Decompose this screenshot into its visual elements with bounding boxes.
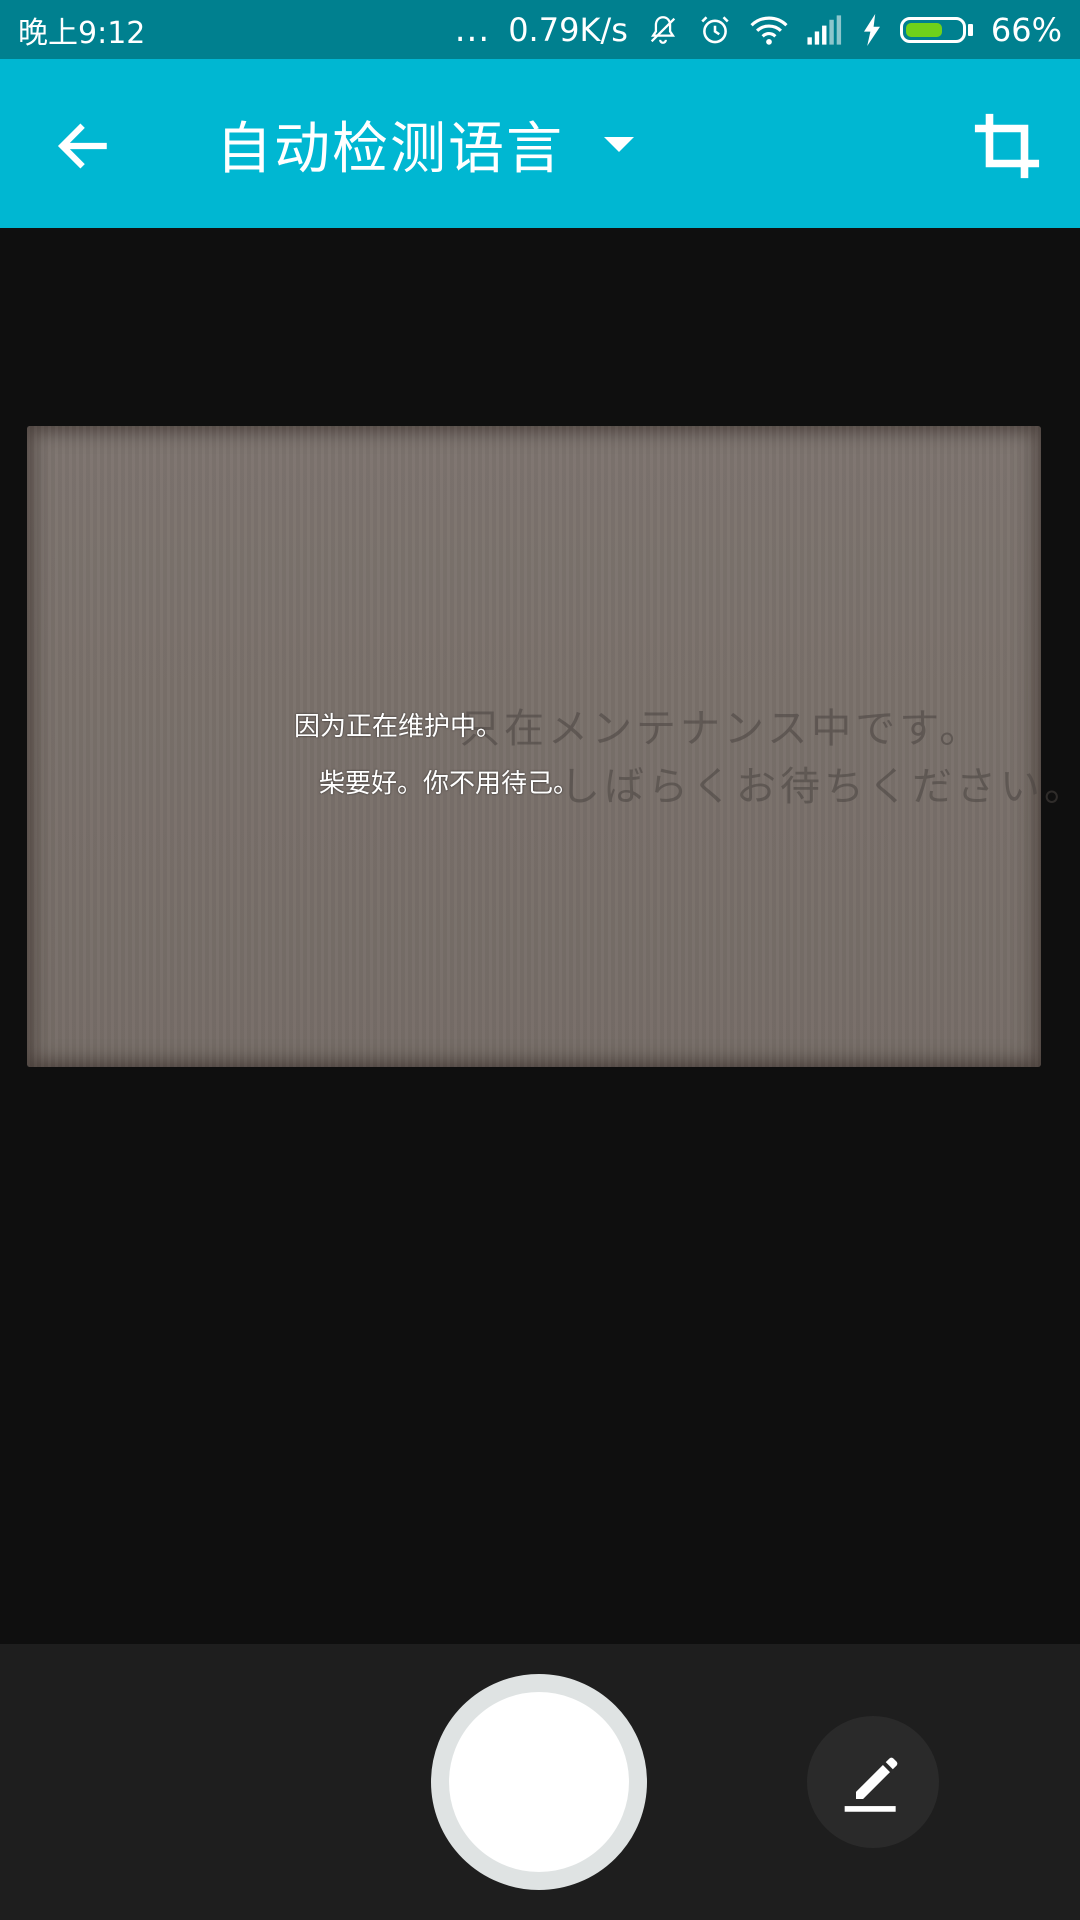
crop-icon — [974, 113, 1040, 179]
alarm-icon — [701, 15, 729, 43]
signal-icon — [807, 14, 841, 45]
edit-button[interactable] — [807, 1716, 939, 1848]
language-selector[interactable]: 自动检测语言 — [216, 109, 634, 182]
source-text-line: しばらくお待ちください。 — [560, 764, 1080, 810]
translation-overlay-line[interactable]: 柴要好。你不用待己。 — [319, 763, 579, 800]
arrow-left-icon — [57, 123, 107, 169]
status-bar: 晚上9:12 ... 0.79K/s 66% — [0, 0, 1080, 59]
battery-percent: 66% — [990, 10, 1062, 49]
status-time: 晚上9:12 — [18, 15, 146, 51]
wifi-icon — [750, 16, 788, 45]
caret-down-icon — [604, 136, 634, 152]
language-label: 自动检测语言 — [216, 116, 564, 182]
bottom-bar — [0, 1644, 1080, 1920]
net-speed: 0.79K/s — [508, 10, 628, 49]
shutter-button[interactable] — [431, 1674, 647, 1890]
charging-icon — [863, 13, 880, 46]
notification-mute-icon — [650, 15, 676, 44]
more-dots: ... — [454, 9, 491, 50]
crop-button[interactable] — [972, 111, 1042, 181]
translation-overlay-line[interactable]: 因为正在维护中。 — [294, 706, 502, 743]
source-text-line: 只在メンテナンス中です。 — [460, 706, 984, 752]
back-button[interactable] — [52, 115, 114, 177]
app-bar: 自动检测语言 — [0, 59, 1080, 228]
pencil-icon — [844, 1757, 898, 1812]
battery-icon — [899, 16, 973, 43]
status-indicators: ... 0.79K/s 66% — [455, 11, 1062, 49]
camera-preview[interactable]: 只在メンテナンス中です。 しばらくお待ちください。 因为正在维护中。 柴要好。你… — [0, 228, 1080, 1644]
